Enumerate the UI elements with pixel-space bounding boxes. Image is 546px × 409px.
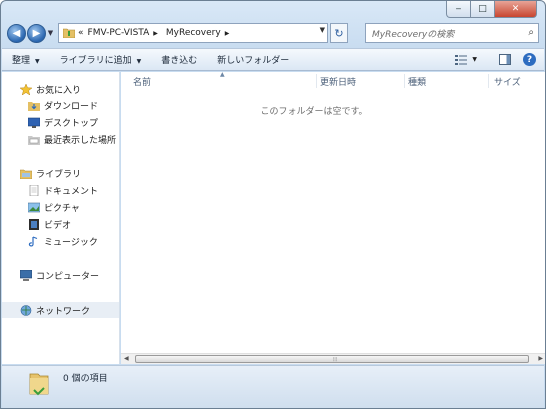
search-input[interactable]: MyRecoveryの検索 ⌕: [365, 23, 539, 43]
videos-icon: [29, 218, 39, 230]
nav-documents-label: ドキュメント: [44, 186, 99, 197]
column-divider[interactable]: [316, 74, 317, 88]
burn-button[interactable]: 書き込む: [161, 53, 197, 66]
add-to-library-menu[interactable]: ライブラリに追加 ▼: [60, 53, 142, 66]
breadcrumb-arrow-icon[interactable]: ▶: [153, 30, 158, 37]
navigation-pane: お気に入り ダウンロード デスクトップ 最近表示した場所 ライブラリ ドキュメン…: [2, 72, 120, 364]
breadcrumb-computer[interactable]: FMV-PC-VISTA: [88, 28, 150, 38]
nav-libraries[interactable]: ライブラリ: [2, 165, 119, 181]
breadcrumb-myrecovery[interactable]: MyRecovery: [166, 28, 221, 38]
new-folder-button[interactable]: 新しいフォルダー: [217, 53, 289, 66]
scroll-right-icon[interactable]: ▶: [538, 355, 543, 362]
network-icon: [20, 304, 32, 316]
scroll-left-icon[interactable]: ◀: [124, 355, 129, 362]
column-headers: ▲ 名前 更新日時 種類 サイズ: [121, 71, 545, 90]
address-row: ◀ ▶ ▼ « FMV-PC-VISTA ▶ MyRecovery ▶ ▼ ↻ …: [7, 21, 539, 45]
forward-button[interactable]: ▶: [27, 23, 46, 43]
nav-recent-places[interactable]: 最近表示した場所: [2, 131, 119, 147]
maximize-button[interactable]: □: [471, 1, 495, 18]
downloads-folder-icon: [28, 101, 40, 111]
nav-pictures[interactable]: ピクチャ: [2, 199, 119, 215]
chevron-down-icon: ▼: [136, 58, 142, 65]
nav-network[interactable]: ネットワーク: [2, 302, 119, 318]
folder-icon: [29, 373, 49, 396]
nav-network-label: ネットワーク: [36, 306, 91, 317]
nav-favorites[interactable]: お気に入り: [2, 81, 119, 97]
nav-music[interactable]: ミュージック: [2, 233, 119, 249]
view-options-chevron-icon[interactable]: ▼: [472, 56, 477, 63]
nav-libraries-label: ライブラリ: [36, 169, 82, 180]
add-to-library-label: ライブラリに追加: [59, 56, 132, 66]
scroll-thumb[interactable]: ⦙⦙⦙: [135, 355, 529, 363]
column-divider[interactable]: [488, 74, 489, 88]
nav-computer-label: コンピューター: [36, 271, 100, 282]
view-controls: ▼ ?: [455, 53, 536, 66]
computer-icon: [20, 269, 32, 281]
organize-menu[interactable]: 整理 ▼: [12, 53, 40, 66]
breadcrumb-arrow-icon[interactable]: ▶: [225, 30, 230, 37]
sort-ascending-icon: ▲: [220, 71, 225, 78]
column-name[interactable]: 名前: [133, 75, 151, 88]
nav-downloads-label: ダウンロード: [44, 101, 99, 112]
change-view-icon[interactable]: [455, 54, 468, 65]
organize-label: 整理: [12, 56, 31, 66]
address-dropdown-icon[interactable]: ▼: [320, 26, 325, 34]
scroll-grip-icon: ⦙⦙⦙: [333, 356, 338, 363]
minimize-button[interactable]: ‒: [446, 1, 471, 18]
nav-music-label: ミュージック: [44, 237, 98, 248]
nav-recent-label: 最近表示した場所: [44, 135, 117, 146]
column-divider[interactable]: [404, 74, 405, 88]
library-icon: [20, 169, 32, 179]
column-date-modified[interactable]: 更新日時: [320, 75, 356, 88]
column-type[interactable]: 種類: [408, 75, 426, 88]
nav-desktop-label: デスクトップ: [44, 118, 99, 129]
nav-documents[interactable]: ドキュメント: [2, 182, 119, 198]
horizontal-scrollbar[interactable]: ◀ ⦙⦙⦙ ▶: [121, 353, 545, 364]
back-arrow-icon: ◀: [12, 27, 21, 39]
empty-folder-message: このフォルダーは空です。: [260, 107, 368, 117]
address-bar[interactable]: « FMV-PC-VISTA ▶ MyRecovery ▶ ▼: [58, 23, 328, 43]
recent-places-icon: [28, 135, 40, 145]
chevron-down-icon: ▼: [35, 58, 40, 65]
address-overflow[interactable]: «: [78, 28, 84, 38]
search-icon[interactable]: ⌕: [528, 27, 534, 38]
forward-arrow-icon: ▶: [32, 27, 41, 39]
close-button[interactable]: ✕: [495, 1, 537, 18]
nav-pictures-label: ピクチャ: [44, 203, 80, 214]
folder-icon: [63, 28, 75, 38]
nav-downloads[interactable]: ダウンロード: [2, 97, 119, 113]
nav-computer[interactable]: コンピューター: [2, 267, 119, 283]
details-pane: 0 個の項目: [2, 365, 544, 408]
refresh-icon: ↻: [334, 26, 344, 40]
pictures-icon: [28, 202, 40, 212]
file-list-pane[interactable]: ▲ 名前 更新日時 種類 サイズ このフォルダーは空です。 ◀ ⦙⦙⦙ ▶: [121, 71, 545, 364]
nav-videos-label: ビデオ: [44, 220, 72, 231]
column-size[interactable]: サイズ: [494, 75, 521, 88]
nav-videos[interactable]: ビデオ: [2, 216, 119, 232]
recent-pages-dropdown[interactable]: ▼: [46, 29, 55, 37]
item-count: 0 個の項目: [63, 374, 108, 384]
documents-icon: [29, 184, 39, 196]
back-button[interactable]: ◀: [7, 23, 26, 43]
refresh-button[interactable]: ↻: [330, 23, 348, 43]
desktop-icon: [28, 117, 40, 128]
help-icon[interactable]: ?: [523, 53, 536, 66]
search-placeholder: MyRecoveryの検索: [372, 29, 455, 40]
nav-desktop[interactable]: デスクトップ: [2, 114, 119, 130]
preview-pane-icon[interactable]: [499, 54, 511, 65]
explorer-window: ‒ □ ✕ ◀ ▶ ▼ « FMV-PC-VISTA ▶ MyRecovery …: [0, 0, 546, 409]
caption-buttons: ‒ □ ✕: [446, 1, 537, 19]
nav-favorites-label: お気に入り: [36, 85, 82, 96]
command-bar: 整理 ▼ ライブラリに追加 ▼ 書き込む 新しいフォルダー ▼ ?: [2, 48, 544, 71]
star-icon: [20, 83, 32, 95]
music-icon: [28, 235, 38, 246]
